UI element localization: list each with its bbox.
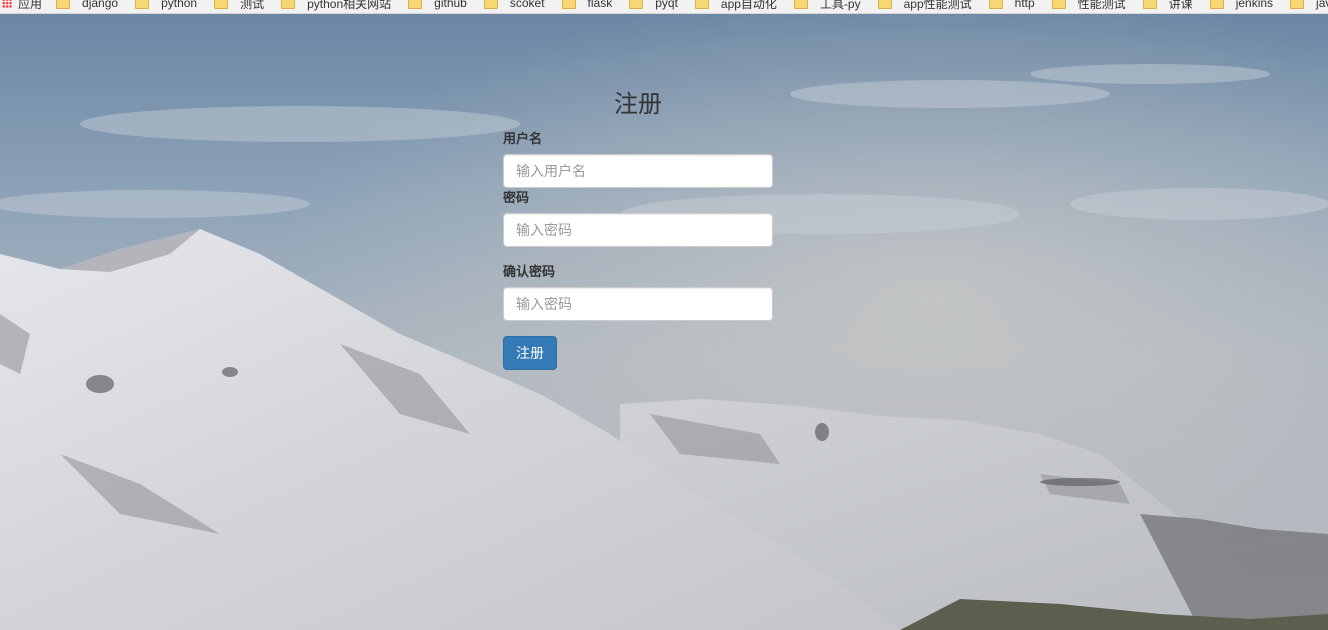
username-label: 用户名 (503, 131, 543, 146)
bookmarks-bar: 应用 django python 测试 python相关网站 github sc… (0, 0, 1328, 14)
bookmark-folder[interactable]: http (988, 0, 1035, 10)
folder-icon (1051, 0, 1066, 9)
bookmark-label: pyqt (655, 0, 678, 10)
folder-icon (214, 0, 229, 9)
bookmarks-row: 应用 django python 测试 python相关网站 github sc… (0, 0, 1328, 12)
folder-icon (56, 0, 71, 9)
bookmark-apps[interactable]: 应用 (2, 0, 42, 12)
password-label: 密码 (503, 190, 530, 205)
folder-icon (877, 0, 892, 9)
bookmark-folder[interactable]: scoket (483, 0, 545, 10)
bookmark-label: 工具-py (819, 0, 861, 11)
bookmark-folder[interactable]: 讲课 (1142, 0, 1193, 12)
bookmark-folder[interactable]: app性能测试 (877, 0, 972, 12)
bookmark-label: python (161, 0, 198, 10)
bookmark-label: python相关网站 (307, 0, 392, 11)
folder-icon (1209, 0, 1224, 9)
bookmark-folder[interactable]: github (408, 0, 467, 10)
folder-icon (561, 0, 576, 9)
folder-icon (1142, 0, 1157, 9)
bookmark-folder[interactable]: java (1290, 0, 1328, 10)
bookmark-label: app自动化 (720, 0, 777, 11)
bookmark-label: flask (587, 0, 613, 10)
folder-icon (483, 0, 498, 9)
folder-icon (135, 0, 150, 9)
bookmark-label: 讲课 (1168, 0, 1193, 11)
folder-icon (988, 0, 1003, 9)
bookmark-folder[interactable]: flask (561, 0, 613, 10)
bookmark-label: 性能测试 (1077, 0, 1126, 11)
bookmark-folder[interactable]: 测试 (214, 0, 264, 12)
page-title: 注册 (614, 91, 662, 118)
bookmark-apps-label: 应用 (18, 0, 43, 11)
bookmark-label: app性能测试 (903, 0, 972, 11)
bookmark-folder[interactable]: pyqt (629, 0, 678, 10)
bookmark-label: java (1316, 0, 1328, 10)
apps-grid-icon (2, 0, 12, 8)
bookmark-folder[interactable]: app自动化 (694, 0, 777, 12)
folder-icon (694, 0, 709, 9)
folder-icon (408, 0, 423, 9)
bookmark-folder[interactable]: python相关网站 (281, 0, 391, 12)
folder-icon (629, 0, 644, 9)
bookmark-label: http (1014, 0, 1035, 10)
bookmark-folder[interactable]: python (135, 0, 197, 10)
register-button[interactable]: 注册 (503, 336, 557, 370)
confirm-password-input[interactable] (503, 287, 773, 321)
bookmark-label: django (82, 0, 119, 10)
bookmark-folder[interactable]: django (56, 0, 118, 10)
bookmark-label: scoket (509, 0, 545, 10)
bookmark-folder[interactable]: 工具-py (793, 0, 861, 12)
folder-icon (793, 0, 808, 9)
username-input[interactable] (503, 154, 773, 188)
folder-icon (281, 0, 296, 9)
folder-icon (1290, 0, 1305, 9)
bookmark-label: 测试 (240, 0, 265, 11)
confirm-password-label: 确认密码 (503, 264, 556, 279)
bookmark-folder[interactable]: jenkins (1209, 0, 1274, 10)
bookmark-label: github (434, 0, 467, 10)
bookmark-label: jenkins (1235, 0, 1274, 10)
password-input[interactable] (503, 213, 773, 247)
bookmark-folder[interactable]: 性能测试 (1051, 0, 1126, 12)
